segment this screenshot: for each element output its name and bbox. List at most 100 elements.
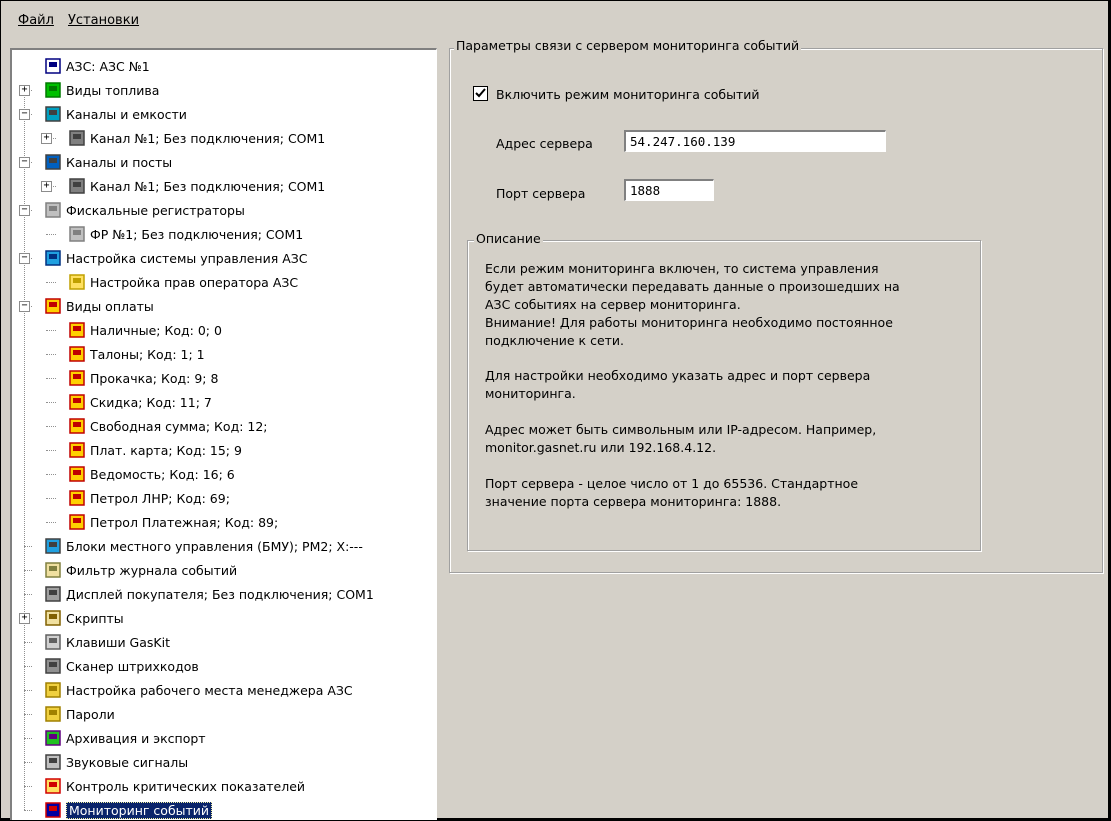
tree-item-label: Сканер штрихкодов bbox=[66, 658, 199, 674]
collapse-icon[interactable]: − bbox=[19, 205, 30, 216]
tree-item[interactable]: Пароли bbox=[44, 703, 115, 725]
tree-item[interactable]: Дисплей покупателя; Без подключения; COM… bbox=[44, 583, 374, 605]
tree-item[interactable]: Каналы и посты bbox=[44, 151, 172, 173]
description-line: Если режим мониторинга включен, то систе… bbox=[485, 261, 879, 276]
tree-guide-line bbox=[24, 666, 32, 667]
payment-icon bbox=[69, 418, 85, 434]
menu-file[interactable]: Файл bbox=[18, 13, 54, 28]
description-text: Если режим мониторинга включен, то систе… bbox=[485, 261, 965, 541]
tree-item[interactable]: Свободная сумма; Код: 12; bbox=[68, 415, 268, 437]
menu-settings[interactable]: Установки bbox=[68, 13, 139, 28]
tree-item[interactable]: Мониторинг событий bbox=[44, 799, 213, 820]
tree-item[interactable]: Наличные; Код: 0; 0 bbox=[68, 319, 222, 341]
tree-item-label: Звуковые сигналы bbox=[66, 754, 189, 770]
fuel-icon bbox=[45, 82, 61, 98]
collapse-icon[interactable]: − bbox=[19, 253, 30, 264]
description-line: Порт сервера - целое число от 1 до 65536… bbox=[485, 475, 859, 491]
tree-item[interactable]: Сканер штрихкодов bbox=[44, 655, 199, 677]
tree-item[interactable]: Петрол Платежная; Код: 89; bbox=[68, 511, 278, 533]
description-group-title: Описание bbox=[474, 231, 543, 246]
collapse-icon[interactable]: − bbox=[19, 109, 30, 120]
tree-item[interactable]: Настройка прав оператора АЗС bbox=[68, 271, 298, 293]
tree-item[interactable]: Петрол ЛНР; Код: 69; bbox=[68, 487, 230, 509]
payment-icon bbox=[69, 442, 85, 458]
tree-item-label: Настройка прав оператора АЗС bbox=[90, 274, 299, 290]
tree-item-label: Архивация и экспорт bbox=[66, 730, 206, 746]
expand-icon[interactable]: + bbox=[19, 85, 30, 96]
tree-item[interactable]: Виды оплаты bbox=[44, 295, 154, 317]
enable-monitoring-label[interactable]: Включить режим мониторинга событий bbox=[496, 87, 760, 102]
tree-item[interactable]: Скрипты bbox=[44, 607, 124, 629]
tree-item-label: Скрипты bbox=[66, 610, 124, 626]
key-icon bbox=[69, 274, 85, 290]
tree-item[interactable]: Клавиши GasKit bbox=[44, 631, 170, 653]
tree-item-label: Настройка системы управления АЗС bbox=[66, 250, 308, 266]
server-connection-group-title: Параметры связи с сервером мониторинга с… bbox=[454, 38, 802, 53]
tree-item[interactable]: Талоны; Код: 1; 1 bbox=[68, 343, 205, 365]
settings-tree[interactable]: АЗС: АЗС №1 + Виды топлива − Каналы и емкост… bbox=[10, 48, 437, 820]
tree-item[interactable]: Ведомость; Код: 16; 6 bbox=[68, 463, 235, 485]
tree-item[interactable]: Архивация и экспорт bbox=[44, 727, 206, 749]
tree-item[interactable]: Каналы и емкости bbox=[44, 103, 187, 125]
enable-monitoring-checkbox[interactable] bbox=[473, 86, 488, 101]
tree-item[interactable]: Блоки местного управления (БМУ); PM2; X:… bbox=[44, 535, 363, 557]
alert-mail-icon bbox=[45, 778, 61, 794]
tree-item[interactable]: ФР №1; Без подключения; COM1 bbox=[68, 223, 303, 245]
tree-item[interactable]: Канал №1; Без подключения; COM1 bbox=[68, 175, 325, 197]
window-border-left bbox=[0, 0, 1, 818]
tree-item[interactable]: Звуковые сигналы bbox=[44, 751, 188, 773]
checkmark-icon bbox=[475, 88, 486, 98]
tree-item[interactable]: Плат. карта; Код: 15; 9 bbox=[68, 439, 242, 461]
tree-guide-line bbox=[24, 810, 32, 811]
payment-icon bbox=[69, 514, 85, 530]
tree-guide-line bbox=[46, 498, 56, 499]
tree-guide-line bbox=[46, 522, 56, 523]
tree-guide-line bbox=[24, 570, 32, 571]
collapse-icon[interactable]: − bbox=[19, 301, 30, 312]
tree-guide-line bbox=[46, 234, 56, 235]
tree-item[interactable]: Настройка системы управления АЗС bbox=[44, 247, 308, 269]
tree-item[interactable]: Канал №1; Без подключения; COM1 bbox=[68, 127, 325, 149]
collapse-icon[interactable]: − bbox=[19, 157, 30, 168]
tree-item-label: Канал №1; Без подключения; COM1 bbox=[90, 178, 326, 194]
keyboard-icon bbox=[45, 634, 61, 650]
tree-item[interactable]: Прокачка; Код: 9; 8 bbox=[68, 367, 218, 389]
archive-icon bbox=[45, 730, 61, 746]
tree-item-label: Канал №1; Без подключения; COM1 bbox=[90, 130, 326, 146]
channel-post-icon bbox=[45, 154, 61, 170]
expand-icon[interactable]: + bbox=[41, 133, 52, 144]
tree-item-label: Дисплей покупателя; Без подключения; COM… bbox=[66, 586, 374, 602]
tree-item-label: Плат. карта; Код: 15; 9 bbox=[90, 442, 242, 458]
description-line: АЗС событиях на сервер мониторинга. bbox=[485, 296, 741, 312]
barcode-scanner-icon bbox=[45, 658, 61, 674]
tree-item[interactable]: Скидка; Код: 11; 7 bbox=[68, 391, 212, 413]
tree-item[interactable]: Виды топлива bbox=[44, 79, 159, 101]
expand-icon[interactable]: + bbox=[41, 181, 52, 192]
tree-item-label: Блоки местного управления (БМУ); PM2; X:… bbox=[66, 538, 363, 554]
payment-icon bbox=[69, 490, 85, 506]
tree-item[interactable]: Настройка рабочего места менеджера АЗС bbox=[44, 679, 353, 701]
tree-item[interactable]: АЗС: АЗС №1 bbox=[44, 55, 150, 77]
server-port-input[interactable] bbox=[624, 179, 714, 201]
tree-item[interactable]: Фильтр журнала событий bbox=[44, 559, 237, 581]
script-icon bbox=[45, 610, 61, 626]
monitoring-icon bbox=[45, 802, 61, 818]
description-line: Для настройки необходимо указать адрес и… bbox=[485, 368, 871, 384]
fiscal-register-icon bbox=[69, 226, 85, 242]
speaker-icon bbox=[45, 754, 61, 770]
lock-icon bbox=[45, 706, 61, 722]
tree-guide-line bbox=[46, 354, 56, 355]
tree-item-label: Каналы и посты bbox=[66, 154, 173, 170]
connector-icon bbox=[69, 178, 85, 194]
tree-guide-line bbox=[24, 546, 32, 547]
tree-item[interactable]: Контроль критических показателей bbox=[44, 775, 305, 797]
tree-item-label: АЗС: АЗС №1 bbox=[66, 58, 150, 74]
tree-item[interactable]: Фискальные регистраторы bbox=[44, 199, 245, 221]
server-address-input[interactable] bbox=[624, 130, 886, 152]
expand-icon[interactable]: + bbox=[19, 613, 30, 624]
description-line: будет автоматически передавать данные о … bbox=[485, 278, 900, 294]
tree-item-label: Ведомость; Код: 16; 6 bbox=[90, 466, 235, 482]
tree-item-label: Каналы и емкости bbox=[66, 106, 187, 122]
tree-guide-line bbox=[46, 378, 56, 379]
tree-item-label: Наличные; Код: 0; 0 bbox=[90, 322, 222, 338]
